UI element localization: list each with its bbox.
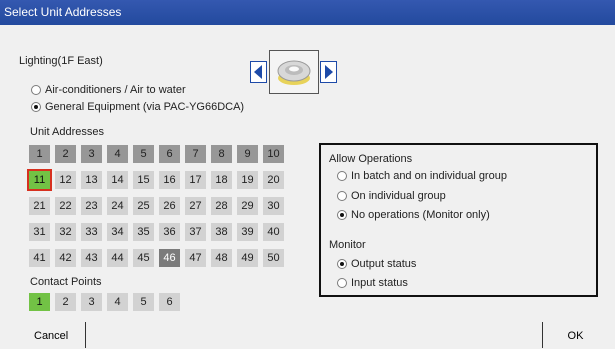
unit-address-cell[interactable]: 42: [55, 249, 76, 267]
unit-address-cell[interactable]: 22: [55, 197, 76, 215]
unit-address-cell[interactable]: 44: [107, 249, 128, 267]
allow-operations-heading: Allow Operations: [329, 153, 413, 165]
radio-button[interactable]: [31, 102, 41, 112]
unit-address-cell[interactable]: 37: [185, 223, 206, 241]
contact-point-cell[interactable]: 4: [107, 293, 128, 311]
unit-address-cell[interactable]: 29: [237, 197, 258, 215]
unit-address-cell[interactable]: 6: [159, 145, 180, 163]
unit-address-cell[interactable]: 30: [263, 197, 284, 215]
unit-address-cell[interactable]: 2: [55, 145, 76, 163]
unit-address-grid: 1 2 3 4 5 6 7 8 9 10 11 12 13 14 15 16 17 18 19 20 21 22 23 24 2…: [29, 145, 284, 267]
contact-points-heading: Contact Points: [30, 276, 102, 288]
light-fixture-icon: [277, 60, 311, 85]
left-arrow-icon: [254, 65, 262, 79]
unit-address-cell[interactable]: 38: [211, 223, 232, 241]
monitor-option-label: Output status: [351, 258, 417, 270]
monitor-option-input[interactable]: Input status: [337, 277, 408, 289]
unit-address-cell[interactable]: 9: [237, 145, 258, 163]
unit-address-cell[interactable]: 34: [107, 223, 128, 241]
radio-button[interactable]: [337, 191, 347, 201]
unit-address-cell[interactable]: 14: [107, 171, 128, 189]
unit-address-cell[interactable]: 35: [133, 223, 154, 241]
contact-point-cell[interactable]: 2: [55, 293, 76, 311]
unit-address-cell[interactable]: 36: [159, 223, 180, 241]
unit-address-cell[interactable]: 24: [107, 197, 128, 215]
contact-point-grid: 123456: [29, 293, 180, 311]
type-option-air-conditioners[interactable]: Air-conditioners / Air to water: [31, 84, 186, 96]
unit-address-cell[interactable]: 41: [29, 249, 50, 267]
unit-address-cell[interactable]: 3: [81, 145, 102, 163]
contact-point-cell[interactable]: 1: [29, 293, 50, 311]
unit-address-cell[interactable]: 21: [29, 197, 50, 215]
next-group-button[interactable]: [320, 61, 337, 83]
unit-addresses-heading: Unit Addresses: [30, 126, 104, 138]
unit-address-cell[interactable]: 39: [237, 223, 258, 241]
unit-address-cell[interactable]: 5: [133, 145, 154, 163]
unit-address-cell[interactable]: 27: [185, 197, 206, 215]
unit-address-cell[interactable]: 46: [159, 249, 180, 267]
allow-option-monitor-only[interactable]: No operations (Monitor only): [337, 209, 490, 221]
unit-address-cell[interactable]: 20: [263, 171, 284, 189]
group-name: Lighting(1F East): [19, 55, 103, 67]
unit-address-cell[interactable]: 7: [185, 145, 206, 163]
unit-address-cell[interactable]: 45: [133, 249, 154, 267]
allow-option-label: In batch and on individual group: [351, 170, 507, 182]
radio-button[interactable]: [31, 85, 41, 95]
unit-address-cell[interactable]: 50: [263, 249, 284, 267]
unit-address-cell[interactable]: 16: [159, 171, 180, 189]
type-option-label: Air-conditioners / Air to water: [45, 84, 186, 96]
unit-address-cell[interactable]: 8: [211, 145, 232, 163]
cancel-button[interactable]: Cancel: [16, 322, 86, 348]
ok-button[interactable]: OK: [542, 322, 608, 348]
radio-button[interactable]: [337, 278, 347, 288]
type-option-general-equipment[interactable]: General Equipment (via PAC-YG66DCA): [31, 101, 244, 113]
previous-group-button[interactable]: [250, 61, 267, 83]
unit-address-cell[interactable]: 32: [55, 223, 76, 241]
monitor-heading: Monitor: [329, 239, 366, 251]
unit-address-cell[interactable]: 19: [237, 171, 258, 189]
unit-address-cell[interactable]: 47: [185, 249, 206, 267]
allow-option-label: No operations (Monitor only): [351, 209, 490, 221]
unit-address-cell[interactable]: 25: [133, 197, 154, 215]
unit-address-cell[interactable]: 1: [29, 145, 50, 163]
unit-address-cell[interactable]: 15: [133, 171, 154, 189]
contact-point-cell[interactable]: 5: [133, 293, 154, 311]
allow-option-individual[interactable]: On individual group: [337, 190, 446, 202]
group-icon-frame: [269, 50, 319, 94]
unit-address-cell[interactable]: 17: [185, 171, 206, 189]
contact-point-cell[interactable]: 3: [81, 293, 102, 311]
unit-address-cell[interactable]: 18: [211, 171, 232, 189]
unit-address-cell[interactable]: 33: [81, 223, 102, 241]
contact-point-cell[interactable]: 6: [159, 293, 180, 311]
radio-button[interactable]: [337, 171, 347, 181]
unit-address-cell[interactable]: 31: [29, 223, 50, 241]
unit-address-cell[interactable]: 10: [263, 145, 284, 163]
unit-address-cell[interactable]: 4: [107, 145, 128, 163]
unit-address-cell[interactable]: 11: [29, 171, 50, 189]
title-bar: Select Unit Addresses: [0, 0, 615, 25]
monitor-option-output[interactable]: Output status: [337, 258, 416, 270]
allow-option-batch[interactable]: In batch and on individual group: [337, 170, 507, 182]
unit-address-cell[interactable]: 28: [211, 197, 232, 215]
operations-panel: Allow Operations In batch and on individ…: [319, 143, 598, 297]
unit-address-cell[interactable]: 48: [211, 249, 232, 267]
unit-address-cell[interactable]: 12: [55, 171, 76, 189]
monitor-option-label: Input status: [351, 277, 408, 289]
unit-address-cell[interactable]: 43: [81, 249, 102, 267]
unit-address-cell[interactable]: 40: [263, 223, 284, 241]
right-arrow-icon: [325, 65, 333, 79]
unit-address-cell[interactable]: 49: [237, 249, 258, 267]
allow-option-label: On individual group: [351, 190, 446, 202]
unit-address-cell[interactable]: 13: [81, 171, 102, 189]
type-option-label: General Equipment (via PAC-YG66DCA): [45, 101, 245, 113]
unit-address-cell[interactable]: 26: [159, 197, 180, 215]
radio-button[interactable]: [337, 210, 347, 220]
unit-address-cell[interactable]: 23: [81, 197, 102, 215]
window-title: Select Unit Addresses: [4, 5, 122, 19]
radio-button[interactable]: [337, 259, 347, 269]
